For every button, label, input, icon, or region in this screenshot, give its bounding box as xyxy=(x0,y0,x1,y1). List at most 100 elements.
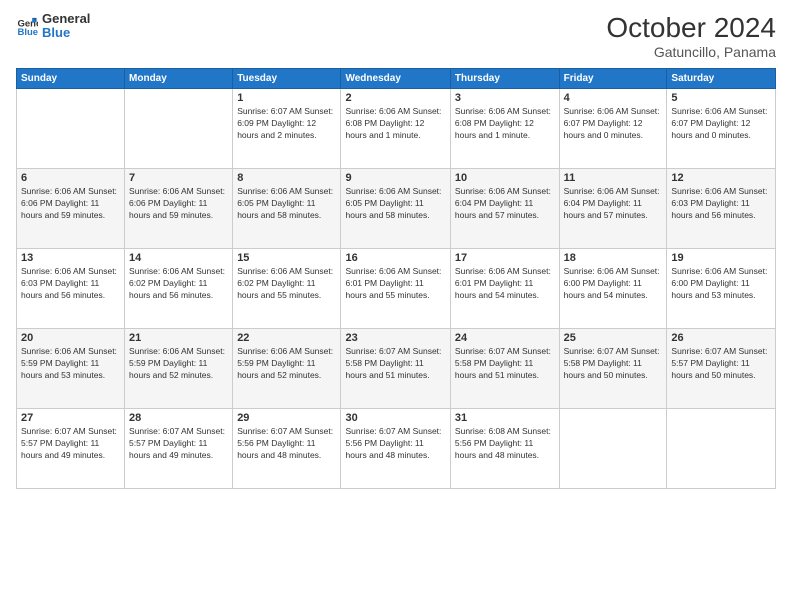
day-number: 27 xyxy=(21,412,120,424)
day-info: Sunrise: 6:06 AM Sunset: 6:05 PM Dayligh… xyxy=(237,186,336,222)
day-info: Sunrise: 6:06 AM Sunset: 6:00 PM Dayligh… xyxy=(671,266,771,302)
calendar-page: General Blue General Blue October 2024 G… xyxy=(0,0,792,612)
week-row-2: 6 Sunrise: 6:06 AM Sunset: 6:06 PM Daylig… xyxy=(17,169,776,249)
week-row-5: 27 Sunrise: 6:07 AM Sunset: 5:57 PM Dayli… xyxy=(17,409,776,489)
location: Gatuncillo, Panama xyxy=(606,44,776,60)
day-number: 22 xyxy=(237,332,336,344)
day-number: 16 xyxy=(345,252,445,264)
calendar-cell: 30 Sunrise: 6:07 AM Sunset: 5:56 PM Dayli… xyxy=(341,409,450,489)
day-number: 7 xyxy=(129,172,228,184)
day-number: 6 xyxy=(21,172,120,184)
calendar-cell: 28Sunrise: 6:07 AM Sunset: 5:57 PM Dayli… xyxy=(125,409,233,489)
logo-icon: General Blue xyxy=(16,15,38,37)
day-info: Sunrise: 6:06 AM Sunset: 6:02 PM Dayligh… xyxy=(237,266,336,302)
calendar-cell: 21 Sunrise: 6:06 AM Sunset: 5:59 PM Dayli… xyxy=(125,329,233,409)
week-row-3: 13Sunrise: 6:06 AM Sunset: 6:03 PM Dayli… xyxy=(17,249,776,329)
title-section: October 2024 Gatuncillo, Panama xyxy=(606,12,776,60)
day-info: Sunrise: 6:06 AM Sunset: 6:04 PM Dayligh… xyxy=(455,186,555,222)
day-info: Sunrise: 6:06 AM Sunset: 6:05 PM Dayligh… xyxy=(345,186,445,222)
day-info: Sunrise: 6:06 AM Sunset: 5:59 PM Dayligh… xyxy=(129,346,228,382)
weekday-header-saturday: Saturday xyxy=(667,69,776,89)
calendar-cell: 7 Sunrise: 6:06 AM Sunset: 6:06 PM Daylig… xyxy=(125,169,233,249)
day-info: Sunrise: 6:06 AM Sunset: 6:03 PM Dayligh… xyxy=(21,266,120,302)
day-info: Sunrise: 6:07 AM Sunset: 5:56 PM Dayligh… xyxy=(345,426,445,462)
day-info: Sunrise: 6:07 AM Sunset: 5:56 PM Dayligh… xyxy=(237,426,336,462)
calendar-cell: 19 Sunrise: 6:06 AM Sunset: 6:00 PM Dayli… xyxy=(667,249,776,329)
day-info: Sunrise: 6:06 AM Sunset: 6:01 PM Dayligh… xyxy=(455,266,555,302)
calendar-cell: 25 Sunrise: 6:07 AM Sunset: 5:58 PM Dayli… xyxy=(559,329,667,409)
calendar-cell: 22 Sunrise: 6:06 AM Sunset: 5:59 PM Dayli… xyxy=(233,329,341,409)
calendar-cell: 29 Sunrise: 6:07 AM Sunset: 5:56 PM Dayli… xyxy=(233,409,341,489)
day-number: 5 xyxy=(671,92,771,104)
calendar-cell: 8 Sunrise: 6:06 AM Sunset: 6:05 PM Daylig… xyxy=(233,169,341,249)
day-number: 23 xyxy=(345,332,445,344)
calendar-cell: 5 Sunrise: 6:06 AM Sunset: 6:07 PM Daylig… xyxy=(667,89,776,169)
day-info: Sunrise: 6:06 AM Sunset: 6:07 PM Dayligh… xyxy=(564,106,663,142)
logo-text: General Blue xyxy=(42,12,90,41)
weekday-header-sunday: Sunday xyxy=(17,69,125,89)
day-info: Sunrise: 6:06 AM Sunset: 5:59 PM Dayligh… xyxy=(237,346,336,382)
calendar-table: SundayMondayTuesdayWednesdayThursdayFrid… xyxy=(16,68,776,489)
day-info: Sunrise: 6:06 AM Sunset: 6:06 PM Dayligh… xyxy=(21,186,120,222)
day-info: Sunrise: 6:07 AM Sunset: 5:58 PM Dayligh… xyxy=(345,346,445,382)
calendar-cell: 3 Sunrise: 6:06 AM Sunset: 6:08 PM Daylig… xyxy=(450,89,559,169)
day-number: 24 xyxy=(455,332,555,344)
day-info: Sunrise: 6:06 AM Sunset: 6:04 PM Dayligh… xyxy=(564,186,663,222)
calendar-cell: 6 Sunrise: 6:06 AM Sunset: 6:06 PM Daylig… xyxy=(17,169,125,249)
day-info: Sunrise: 6:07 AM Sunset: 5:57 PM Dayligh… xyxy=(21,426,120,462)
weekday-header-tuesday: Tuesday xyxy=(233,69,341,89)
calendar-cell: 23 Sunrise: 6:07 AM Sunset: 5:58 PM Dayli… xyxy=(341,329,450,409)
day-info: Sunrise: 6:06 AM Sunset: 6:06 PM Dayligh… xyxy=(129,186,228,222)
day-info: Sunrise: 6:07 AM Sunset: 5:57 PM Dayligh… xyxy=(671,346,771,382)
day-number: 29 xyxy=(237,412,336,424)
calendar-cell: 17 Sunrise: 6:06 AM Sunset: 6:01 PM Dayli… xyxy=(450,249,559,329)
month-title: October 2024 xyxy=(606,12,776,44)
calendar-cell: 1Sunrise: 6:07 AM Sunset: 6:09 PM Daylig… xyxy=(233,89,341,169)
day-info: Sunrise: 6:06 AM Sunset: 6:01 PM Dayligh… xyxy=(345,266,445,302)
day-number: 9 xyxy=(345,172,445,184)
day-number: 14 xyxy=(129,252,228,264)
day-info: Sunrise: 6:06 AM Sunset: 6:08 PM Dayligh… xyxy=(345,106,445,142)
calendar-cell xyxy=(667,409,776,489)
calendar-cell: 9 Sunrise: 6:06 AM Sunset: 6:05 PM Daylig… xyxy=(341,169,450,249)
calendar-cell: 4 Sunrise: 6:06 AM Sunset: 6:07 PM Daylig… xyxy=(559,89,667,169)
calendar-cell: 2 Sunrise: 6:06 AM Sunset: 6:08 PM Daylig… xyxy=(341,89,450,169)
day-info: Sunrise: 6:06 AM Sunset: 5:59 PM Dayligh… xyxy=(21,346,120,382)
day-number: 25 xyxy=(564,332,663,344)
day-number: 4 xyxy=(564,92,663,104)
day-info: Sunrise: 6:06 AM Sunset: 6:00 PM Dayligh… xyxy=(564,266,663,302)
calendar-cell: 31Sunrise: 6:08 AM Sunset: 5:56 PM Dayli… xyxy=(450,409,559,489)
header: General Blue General Blue October 2024 G… xyxy=(16,12,776,60)
day-number: 21 xyxy=(129,332,228,344)
calendar-cell: 10Sunrise: 6:06 AM Sunset: 6:04 PM Dayli… xyxy=(450,169,559,249)
calendar-cell: 27 Sunrise: 6:07 AM Sunset: 5:57 PM Dayli… xyxy=(17,409,125,489)
day-info: Sunrise: 6:07 AM Sunset: 5:58 PM Dayligh… xyxy=(564,346,663,382)
calendar-cell: 12Sunrise: 6:06 AM Sunset: 6:03 PM Dayli… xyxy=(667,169,776,249)
weekday-header-wednesday: Wednesday xyxy=(341,69,450,89)
day-number: 18 xyxy=(564,252,663,264)
day-number: 3 xyxy=(455,92,555,104)
day-number: 20 xyxy=(21,332,120,344)
day-number: 30 xyxy=(345,412,445,424)
day-info: Sunrise: 6:07 AM Sunset: 5:58 PM Dayligh… xyxy=(455,346,555,382)
logo: General Blue General Blue xyxy=(16,12,90,41)
calendar-cell: 11 Sunrise: 6:06 AM Sunset: 6:04 PM Dayli… xyxy=(559,169,667,249)
day-number: 11 xyxy=(564,172,663,184)
calendar-cell: 24 Sunrise: 6:07 AM Sunset: 5:58 PM Dayli… xyxy=(450,329,559,409)
day-number: 19 xyxy=(671,252,771,264)
day-number: 26 xyxy=(671,332,771,344)
weekday-header-thursday: Thursday xyxy=(450,69,559,89)
day-number: 28 xyxy=(129,412,228,424)
day-number: 8 xyxy=(237,172,336,184)
day-number: 17 xyxy=(455,252,555,264)
calendar-cell: 15Sunrise: 6:06 AM Sunset: 6:02 PM Dayli… xyxy=(233,249,341,329)
day-number: 2 xyxy=(345,92,445,104)
week-row-1: 1Sunrise: 6:07 AM Sunset: 6:09 PM Daylig… xyxy=(17,89,776,169)
day-info: Sunrise: 6:06 AM Sunset: 6:07 PM Dayligh… xyxy=(671,106,771,142)
day-info: Sunrise: 6:06 AM Sunset: 6:03 PM Dayligh… xyxy=(671,186,771,222)
weekday-header-row: SundayMondayTuesdayWednesdayThursdayFrid… xyxy=(17,69,776,89)
day-number: 1 xyxy=(237,92,336,104)
day-info: Sunrise: 6:06 AM Sunset: 6:08 PM Dayligh… xyxy=(455,106,555,142)
calendar-cell: 18 Sunrise: 6:06 AM Sunset: 6:00 PM Dayli… xyxy=(559,249,667,329)
calendar-cell: 20 Sunrise: 6:06 AM Sunset: 5:59 PM Dayli… xyxy=(17,329,125,409)
